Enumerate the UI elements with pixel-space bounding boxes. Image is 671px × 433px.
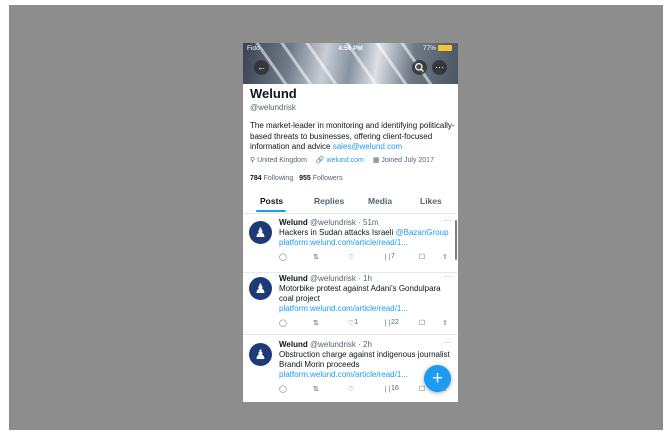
reply-icon[interactable]: ◯: [279, 385, 287, 393]
battery-indicator: 77%: [423, 45, 452, 52]
battery-icon: [438, 45, 452, 52]
post-author[interactable]: Welund: [279, 274, 308, 283]
compose-post-button[interactable]: +: [424, 365, 451, 392]
link-icon: 🔗: [315, 157, 325, 164]
post-item[interactable]: ♟ Welund @welundrisk · 51m ··· Hackers i…: [243, 214, 458, 273]
post-body: Motorbike protest against Adani's Gondul…: [279, 284, 451, 314]
post-actions: ◯ ⇅ ♡ ∣∣ 16 ☐ ⇧: [279, 385, 451, 395]
status-bar: Fido 4:56 PM 77%: [243, 45, 458, 55]
post-text: Hackers in Sudan attacks Israeli: [279, 228, 396, 237]
back-arrow-icon[interactable]: ←: [254, 60, 269, 75]
post-link[interactable]: platform.welund.com/article/read/1...: [279, 304, 451, 314]
like-icon[interactable]: ♡: [348, 385, 354, 393]
like-icon[interactable]: ♡: [348, 253, 354, 261]
profile-bio: The market-leader in monitoring and iden…: [250, 121, 455, 153]
calendar-icon: ▦: [372, 157, 380, 164]
profile-banner: Fido 4:56 PM 77% ← ⋯: [243, 43, 458, 84]
post-more-icon[interactable]: ···: [444, 216, 452, 225]
share-icon[interactable]: ⇧: [442, 253, 448, 261]
followers-link[interactable]: 955 Followers: [299, 175, 343, 182]
bookmark-icon[interactable]: ☐: [419, 253, 425, 261]
avatar[interactable]: ♟: [249, 277, 272, 300]
followers-label: Followers: [312, 175, 343, 182]
post-item[interactable]: ♟ Welund @welundrisk · 1h ··· Motorbike …: [243, 270, 458, 335]
bookmark-icon[interactable]: ☐: [419, 385, 425, 393]
like-icon[interactable]: ♡ 1: [348, 319, 358, 327]
views-count: 22: [391, 319, 399, 326]
views-icon[interactable]: ∣∣ 16: [384, 385, 399, 393]
post-link[interactable]: platform.welund.com/article/read/1...: [279, 238, 451, 248]
profile-handle: @welundrisk: [250, 103, 296, 112]
following-link[interactable]: 784 Following: [250, 175, 293, 182]
location-icon: ⚲: [250, 157, 256, 164]
post-author[interactable]: Welund: [279, 340, 308, 349]
post-header: Welund @welundrisk · 51m: [279, 218, 379, 227]
phone-screen: Fido 4:56 PM 77% ← ⋯ Welund @welundrisk …: [243, 43, 458, 402]
followers-count: 955: [299, 175, 311, 182]
tab-posts[interactable]: Posts: [260, 196, 283, 206]
repost-icon[interactable]: ⇅: [313, 253, 319, 261]
scrollbar[interactable]: [455, 220, 457, 260]
post-item[interactable]: ♟ Welund @welundrisk · 2h ··· Obstructio…: [243, 336, 458, 402]
profile-meta: ⚲ United Kingdom 🔗 welund.com ▦ Joined J…: [250, 156, 434, 164]
following-count: 784: [250, 175, 262, 182]
bookmark-icon[interactable]: ☐: [419, 319, 425, 327]
post-author[interactable]: Welund: [279, 218, 308, 227]
post-header: Welund @welundrisk · 1h: [279, 274, 372, 283]
post-more-icon[interactable]: ···: [444, 272, 452, 281]
views-count: 16: [391, 385, 399, 392]
joined-label: Joined July 2017: [381, 157, 434, 164]
avatar[interactable]: ♟: [249, 221, 272, 244]
views-count: 7: [391, 253, 395, 260]
website-link[interactable]: welund.com: [327, 157, 364, 164]
post-mention[interactable]: @BazanGroup: [396, 228, 449, 237]
reply-icon[interactable]: ◯: [279, 253, 287, 261]
tab-replies[interactable]: Replies: [314, 196, 344, 206]
following-label: Following: [263, 175, 294, 182]
post-meta: @welundrisk · 2h: [309, 340, 372, 349]
battery-label: 77%: [422, 45, 436, 52]
more-icon[interactable]: ⋯: [432, 60, 447, 75]
post-meta: @welundrisk · 51m: [309, 218, 379, 227]
share-icon[interactable]: ⇧: [442, 319, 448, 327]
follow-stats: 784 Following 955 Followers: [250, 175, 343, 182]
post-body: Hackers in Sudan attacks Israeli @BazanG…: [279, 228, 451, 248]
views-icon[interactable]: ∣∣ 7: [384, 253, 395, 261]
tab-media[interactable]: Media: [368, 196, 392, 206]
profile-name: Welund: [250, 86, 297, 101]
post-more-icon[interactable]: ···: [444, 338, 452, 347]
bio-email-link[interactable]: sales@welund.com: [333, 142, 402, 151]
tab-likes[interactable]: Likes: [420, 196, 442, 206]
avatar[interactable]: ♟: [249, 343, 272, 366]
post-header: Welund @welundrisk · 2h: [279, 340, 372, 349]
post-actions: ◯ ⇅ ♡ 1 ∣∣ 22 ☐ ⇧: [279, 319, 451, 329]
location-label: United Kingdom: [257, 157, 307, 164]
active-tab-indicator: [256, 210, 286, 212]
post-text: Motorbike protest against Adani's Gondul…: [279, 284, 441, 303]
post-actions: ◯ ⇅ ♡ ∣∣ 7 ☐ ⇧: [279, 253, 451, 263]
search-icon[interactable]: [412, 60, 427, 75]
repost-icon[interactable]: ⇅: [313, 385, 319, 393]
post-text: Obstruction charge against indigenous jo…: [279, 350, 450, 369]
post-meta: @welundrisk · 1h: [309, 274, 372, 283]
reply-icon[interactable]: ◯: [279, 319, 287, 327]
like-count: 1: [354, 319, 359, 326]
repost-icon[interactable]: ⇅: [313, 319, 319, 327]
views-icon[interactable]: ∣∣ 22: [384, 319, 399, 327]
